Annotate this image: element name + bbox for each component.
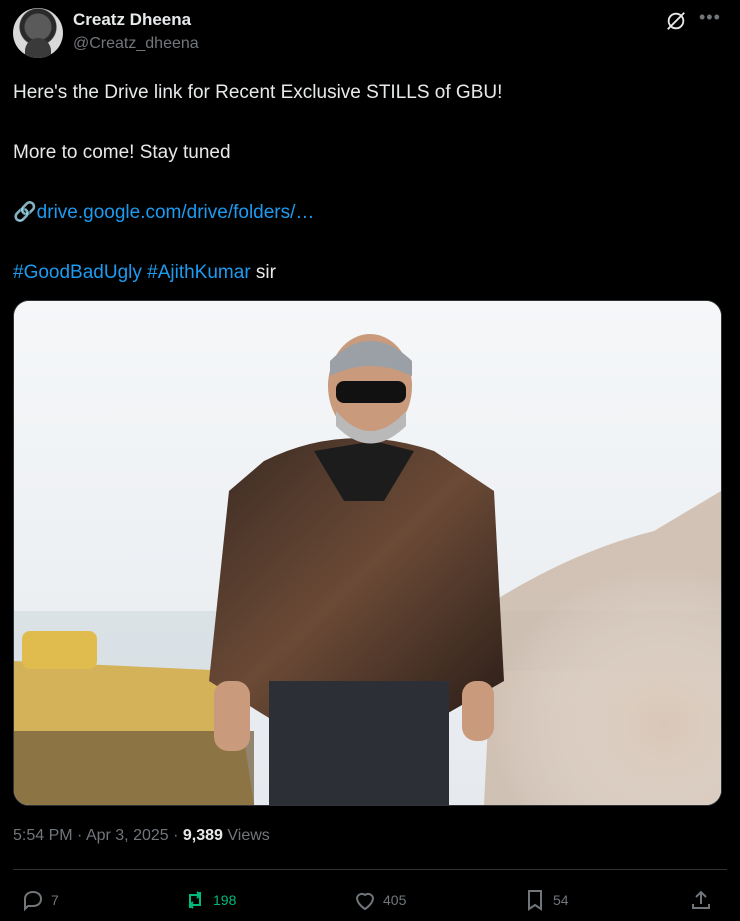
post-line-2: More to come! Stay tuned [13,142,231,163]
photo-illustration [14,301,721,805]
share-button[interactable] [689,884,713,916]
views-label: Views [222,827,270,844]
views-count: 9,389 [182,827,223,844]
post-link-line: 🔗drive.google.com/drive/folders/… [13,198,727,228]
repost-button[interactable]: 198 [183,884,236,916]
post-line-1: Here's the Drive link for Recent Exclusi… [13,82,503,103]
meta-separator: · [168,827,183,844]
avatar[interactable] [13,8,63,58]
reply-count: 7 [51,892,59,908]
like-count: 405 [383,892,407,908]
post-hashtag-line: #GoodBadUgly #AjithKumar sir [13,258,727,288]
post-meta: 5:54 PM · Apr 3, 2025 · 9,389 Views [13,827,270,845]
bookmark-count: 54 [553,892,569,908]
post-text: Here's the Drive link for Recent Exclusi… [13,78,727,288]
hashtag-ajithkumar[interactable]: #AjithKumar [147,262,251,283]
more-options-icon[interactable]: ••• [699,8,723,28]
post-time[interactable]: 5:54 PM [13,827,73,844]
avatar-figure [25,38,51,58]
author-handle[interactable]: @Creatz_dheena [73,35,199,53]
reply-button[interactable]: 7 [21,884,59,916]
post-header: Creatz Dheena @Creatz_dheena ••• [13,8,727,60]
meta-separator: · [72,827,86,844]
action-bar: 7 198 405 54 [13,884,727,916]
grok-icon[interactable] [665,10,687,32]
heart-icon [355,892,375,911]
repost-count: 198 [213,892,237,908]
post-date[interactable]: Apr 3, 2025 [86,827,169,844]
share-icon [692,890,710,909]
link-icon: 🔗 [13,202,37,223]
bookmark-icon [528,890,542,911]
reply-icon [24,890,43,912]
repost-icon [188,891,202,909]
post-image[interactable] [13,300,722,806]
hashtag-goodbadugly[interactable]: #GoodBadUgly [13,262,142,283]
author-name[interactable]: Creatz Dheena [73,10,191,30]
bookmark-button[interactable]: 54 [523,884,569,916]
trailing-text: sir [250,262,276,283]
like-button[interactable]: 405 [353,884,406,916]
divider [13,869,727,870]
drive-link[interactable]: drive.google.com/drive/folders/… [37,202,315,223]
